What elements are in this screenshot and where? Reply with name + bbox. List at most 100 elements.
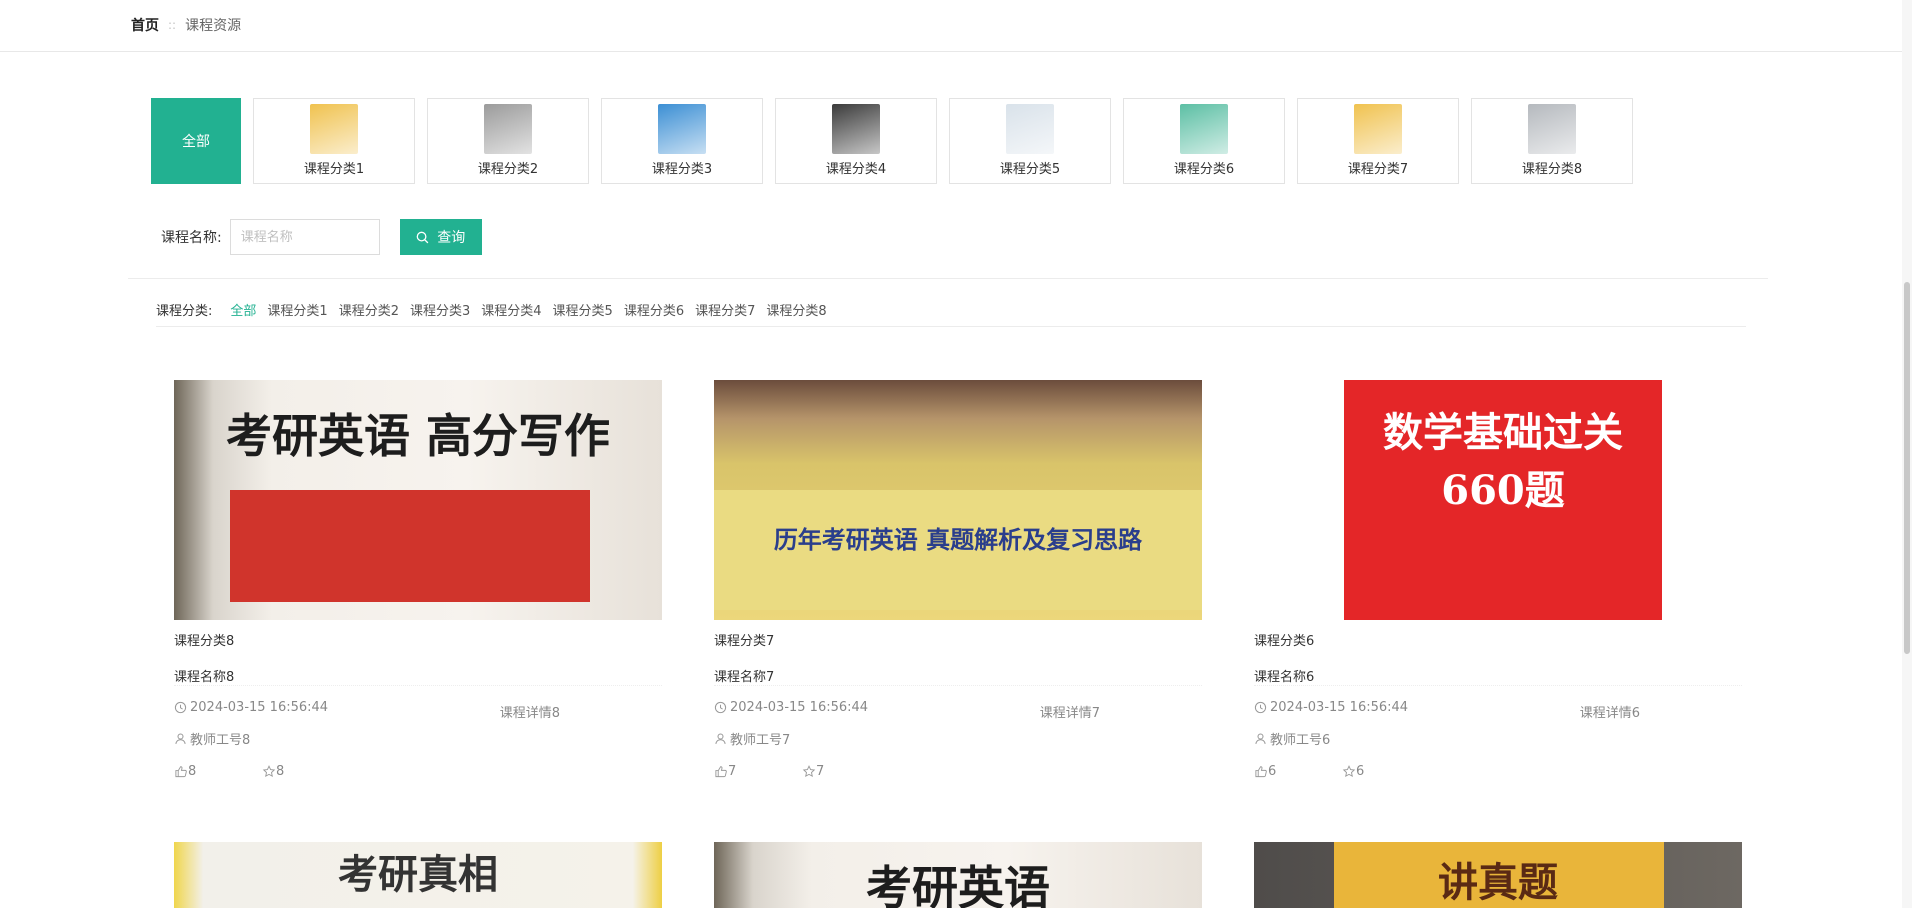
course-cover-image[interactable]: 讲真题 bbox=[1254, 842, 1742, 908]
course-card[interactable]: 考研英语 bbox=[714, 842, 1202, 908]
course-detail[interactable]: 课程详情7 bbox=[1040, 702, 1100, 721]
tile-category-2[interactable]: 课程分类2 bbox=[427, 98, 589, 184]
filter-item-7[interactable]: 课程分类7 bbox=[695, 300, 755, 319]
course-card[interactable]: 考研真相 bbox=[174, 842, 662, 908]
tile-label: 课程分类6 bbox=[1173, 162, 1235, 177]
course-card[interactable]: 数学基础过关 660题 课程分类6 课程名称6 2024-03-15 16:56… bbox=[1254, 380, 1742, 781]
category-thumbnail bbox=[1006, 104, 1054, 154]
filter-item-8[interactable]: 课程分类8 bbox=[766, 300, 826, 319]
divider bbox=[128, 278, 1768, 279]
favorite-count[interactable]: 6 bbox=[1342, 764, 1430, 779]
course-cover-image[interactable]: 数学基础过关 660题 bbox=[1254, 380, 1742, 620]
category-thumbnail bbox=[1528, 104, 1576, 154]
course-card[interactable]: 考研英语 高分写作 课程分类8 课程名称8 2024-03-15 16:56:4… bbox=[174, 380, 662, 781]
category-thumbnail bbox=[484, 104, 532, 154]
tile-category-1[interactable]: 课程分类1 bbox=[253, 98, 415, 184]
tile-category-4[interactable]: 课程分类4 bbox=[775, 98, 937, 184]
course-cover-image[interactable]: 历年考研英语 真题解析及复习思路 bbox=[714, 380, 1202, 620]
course-card[interactable]: 讲真题 bbox=[1254, 842, 1742, 908]
cover-title: 考研真相 bbox=[338, 851, 498, 898]
course-name-input[interactable] bbox=[229, 219, 380, 255]
tile-label: 课程分类4 bbox=[825, 162, 887, 177]
clock-icon bbox=[714, 701, 727, 713]
course-cover-image[interactable]: 考研英语 bbox=[714, 842, 1202, 908]
filter-item-4[interactable]: 课程分类4 bbox=[481, 300, 541, 319]
like-count[interactable]: 8 bbox=[174, 764, 262, 779]
star-icon bbox=[1342, 764, 1356, 777]
thumbs-up-icon bbox=[175, 765, 187, 777]
tile-category-7[interactable]: 课程分类7 bbox=[1297, 98, 1459, 184]
course-detail[interactable]: 课程详情8 bbox=[500, 702, 560, 721]
breadcrumb-separator: :: bbox=[168, 18, 177, 32]
filter-item-6[interactable]: 课程分类6 bbox=[624, 300, 684, 319]
course-time: 2024-03-15 16:56:44 bbox=[1254, 697, 1742, 717]
breadcrumb: 首页 :: 课程资源 bbox=[131, 15, 241, 35]
user-icon bbox=[1255, 732, 1266, 744]
clock-icon bbox=[1254, 701, 1267, 713]
course-stats: 6 6 bbox=[1254, 761, 1742, 781]
course-time-text: 2024-03-15 16:56:44 bbox=[730, 699, 869, 715]
like-count[interactable]: 6 bbox=[1254, 764, 1342, 779]
star-icon bbox=[262, 764, 276, 777]
category-thumbnail bbox=[1180, 104, 1228, 154]
tile-label: 课程分类2 bbox=[477, 162, 539, 177]
page-scrollbar[interactable] bbox=[1902, 0, 1912, 908]
search-label: 课程名称: bbox=[161, 230, 222, 246]
tile-category-3[interactable]: 课程分类3 bbox=[601, 98, 763, 184]
course-category: 课程分类6 bbox=[1254, 634, 1315, 649]
category-tiles: 全部 课程分类1 课程分类2 课程分类3 课程分类4 课程分类5 课程分类6 课… bbox=[151, 98, 1645, 184]
filter-item-5[interactable]: 课程分类5 bbox=[553, 300, 613, 319]
cover-title: 数学基础过关 660题 bbox=[1383, 409, 1623, 514]
course-name[interactable]: 课程名称8 bbox=[174, 666, 662, 686]
breadcrumb-home[interactable]: 首页 bbox=[131, 15, 159, 35]
filter-item-all[interactable]: 全部 bbox=[230, 300, 256, 319]
filter-item-1[interactable]: 课程分类1 bbox=[267, 300, 327, 319]
divider bbox=[156, 326, 1746, 327]
course-name[interactable]: 课程名称6 bbox=[1254, 666, 1742, 686]
favorite-count-text: 8 bbox=[276, 763, 285, 779]
filter-item-2[interactable]: 课程分类2 bbox=[339, 300, 399, 319]
tile-category-6[interactable]: 课程分类6 bbox=[1123, 98, 1285, 184]
search-form: 课程名称: 查询 bbox=[161, 219, 482, 255]
course-cover-image[interactable]: 考研英语 高分写作 bbox=[174, 380, 662, 620]
cover-title: 历年考研英语 真题解析及复习思路 bbox=[773, 525, 1143, 554]
like-count[interactable]: 7 bbox=[714, 764, 802, 779]
tile-category-8[interactable]: 课程分类8 bbox=[1471, 98, 1633, 184]
tile-label: 课程分类1 bbox=[303, 162, 365, 177]
course-time-text: 2024-03-15 16:56:44 bbox=[190, 699, 329, 715]
course-cover-image[interactable]: 考研真相 bbox=[174, 842, 662, 908]
course-card[interactable]: 历年考研英语 真题解析及复习思路 课程分类7 课程名称7 2024-03-15 … bbox=[714, 380, 1202, 781]
star-icon bbox=[802, 764, 816, 777]
cover-band bbox=[230, 490, 590, 602]
course-teacher-text: 教师工号8 bbox=[190, 732, 251, 748]
like-count-text: 6 bbox=[1268, 763, 1277, 779]
filter-item-3[interactable]: 课程分类3 bbox=[410, 300, 470, 319]
course-teacher: 教师工号6 bbox=[1254, 728, 1742, 748]
tile-label: 课程分类5 bbox=[999, 162, 1061, 177]
course-name[interactable]: 课程名称7 bbox=[714, 666, 1202, 686]
course-detail[interactable]: 课程详情6 bbox=[1580, 702, 1640, 721]
favorite-count-text: 6 bbox=[1356, 763, 1365, 779]
tile-category-5[interactable]: 课程分类5 bbox=[949, 98, 1111, 184]
scrollbar-thumb[interactable] bbox=[1904, 282, 1910, 654]
search-button[interactable]: 查询 bbox=[399, 219, 482, 255]
search-icon bbox=[416, 231, 429, 243]
search-button-label: 查询 bbox=[437, 230, 466, 246]
cover-title: 考研英语 高分写作 bbox=[225, 409, 610, 463]
course-teacher: 教师工号8 bbox=[174, 728, 662, 748]
course-stats: 8 8 bbox=[174, 761, 662, 781]
breadcrumb-bar: 首页 :: 课程资源 bbox=[0, 0, 1902, 52]
course-teacher-text: 教师工号6 bbox=[1270, 732, 1331, 748]
like-count-text: 8 bbox=[188, 763, 197, 779]
favorite-count[interactable]: 7 bbox=[802, 764, 890, 779]
tile-all[interactable]: 全部 bbox=[151, 98, 241, 184]
course-time: 2024-03-15 16:56:44 bbox=[714, 697, 1202, 717]
course-category: 课程分类7 bbox=[714, 634, 775, 649]
course-stats: 7 7 bbox=[714, 761, 1202, 781]
breadcrumb-current: 课程资源 bbox=[185, 18, 242, 34]
thumbs-up-icon bbox=[1255, 765, 1267, 777]
tile-label: 课程分类8 bbox=[1521, 162, 1583, 177]
course-teacher: 教师工号7 bbox=[714, 728, 1202, 748]
favorite-count[interactable]: 8 bbox=[262, 764, 350, 779]
like-count-text: 7 bbox=[728, 763, 737, 779]
